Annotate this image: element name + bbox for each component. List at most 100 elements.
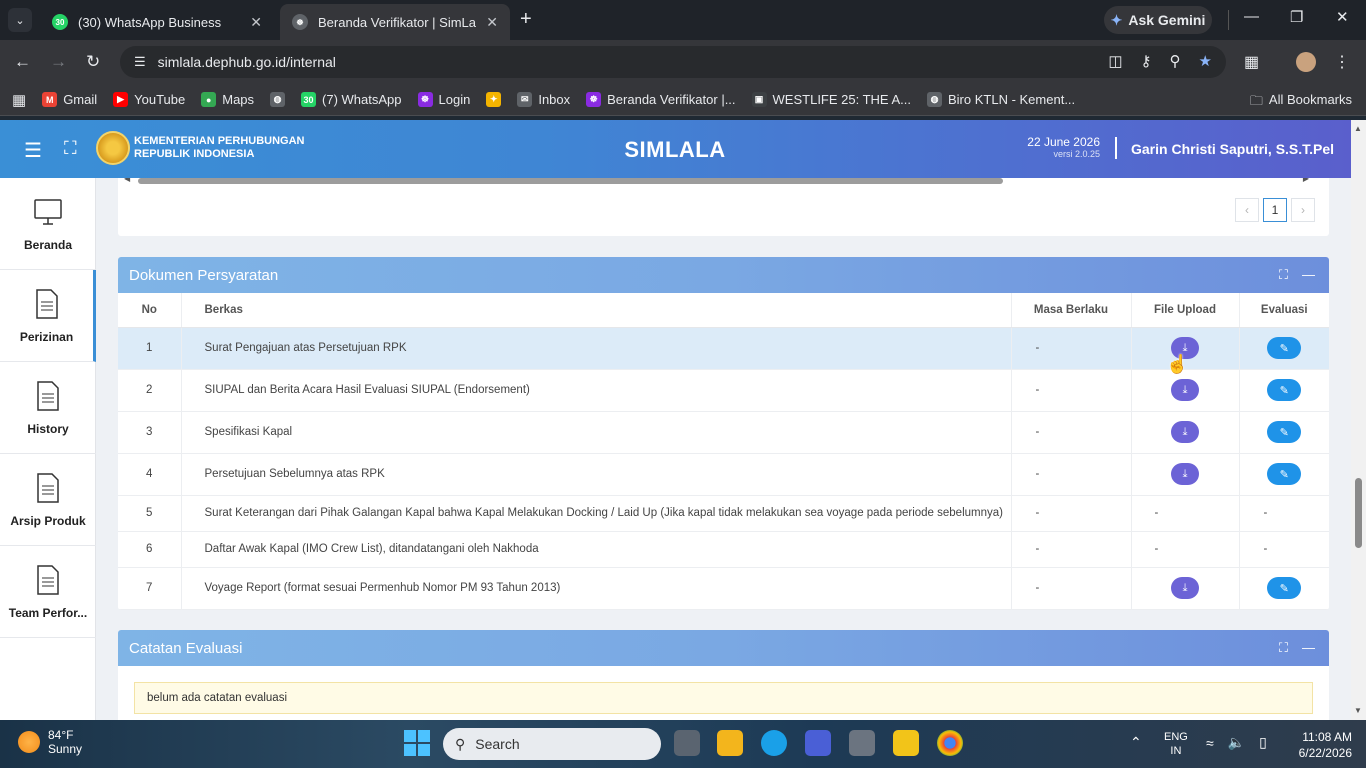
bookmark-biro[interactable]: ◍ Biro KTLN - Kement...	[927, 92, 1075, 107]
task-view-icon[interactable]	[674, 730, 700, 756]
all-bookmarks-label: All Bookmarks	[1268, 92, 1352, 107]
close-icon[interactable]: ✕	[250, 14, 262, 31]
maximize-button[interactable]: ❐	[1290, 8, 1303, 26]
tab-title: Beranda Verifikator | SimLala	[318, 14, 477, 30]
bookmark-pinwheel[interactable]: ✦	[486, 92, 502, 107]
install-app-icon[interactable]: ◫	[1108, 52, 1122, 70]
file-upload-cell: ⤓	[1131, 411, 1240, 454]
tab-search-button[interactable]: ⌄	[8, 8, 32, 32]
collapse-icon[interactable]: —	[1302, 267, 1315, 283]
table-row: 3 Spesifikasi Kapal - ⤓ ✎	[118, 411, 1329, 454]
battery-icon[interactable]: ▯	[1259, 734, 1267, 751]
forward-button[interactable]: →	[50, 52, 67, 72]
menu-kebab-icon[interactable]: ⋮	[1334, 52, 1350, 72]
bookmark-gmail[interactable]: M Gmail	[42, 92, 97, 107]
edit-icon: ✎	[1279, 582, 1289, 595]
edit-evaluation-button[interactable]: ✎	[1267, 463, 1302, 485]
bookmark-globe[interactable]: ◍	[270, 92, 286, 107]
taskbar-search[interactable]: ⚲ Search	[443, 728, 661, 760]
scroll-right-arrow[interactable]: ▶	[1303, 178, 1309, 183]
scroll-down-arrow[interactable]: ▼	[1354, 706, 1362, 715]
bookmark-whatsapp[interactable]: 30 (7) WhatsApp	[301, 92, 402, 107]
divider	[1228, 10, 1229, 30]
bookmark-westlife[interactable]: ▣ WESTLIFE 25: THE A...	[751, 92, 911, 107]
sidebar-item-label: Arsip Produk	[10, 513, 86, 528]
temperature: 84°F	[48, 728, 74, 742]
sidebar-item-history[interactable]: History	[0, 362, 96, 454]
chevron-up-icon[interactable]: ⌃	[1130, 734, 1142, 751]
apps-grid-icon[interactable]: ▦	[12, 91, 26, 109]
edit-evaluation-button[interactable]: ✎	[1267, 337, 1302, 359]
scroll-left-arrow[interactable]: ◀	[124, 178, 130, 183]
url-text[interactable]: simlala.dephub.go.id/internal	[158, 54, 336, 70]
scrollbar-thumb[interactable]	[1355, 478, 1362, 548]
chrome-icon[interactable]	[937, 730, 963, 756]
weather-widget[interactable]: 84°F Sunny	[18, 728, 82, 756]
file-upload-cell: -	[1131, 531, 1240, 568]
omnibox[interactable]: ☰ simlala.dephub.go.id/internal ◫ ⚷ ⚲ ★	[120, 46, 1226, 78]
edge-icon[interactable]	[761, 730, 787, 756]
fullscreen-icon[interactable]: ⛶	[64, 138, 77, 159]
bookmark-youtube[interactable]: ▶ YouTube	[113, 92, 185, 107]
sidebar-item-beranda[interactable]: Beranda	[0, 178, 96, 270]
bookmark-login[interactable]: ☸ Login	[417, 92, 470, 107]
tab-simlala[interactable]: ☸ Beranda Verifikator | SimLala ✕	[280, 4, 510, 40]
sidebar-item-label: History	[27, 421, 69, 436]
expand-icon[interactable]: ⛶	[1279, 640, 1288, 656]
collapse-icon[interactable]: —	[1302, 640, 1315, 656]
evaluasi-cell: -	[1239, 531, 1329, 568]
edit-evaluation-button[interactable]: ✎	[1267, 379, 1302, 401]
minimize-button[interactable]: —	[1244, 8, 1259, 25]
table-row: 1 Surat Pengajuan atas Persetujuan RPK - ⤓ ✎	[118, 327, 1329, 370]
volume-icon[interactable]: 🔈	[1228, 734, 1245, 751]
new-tab-button[interactable]: +	[520, 8, 532, 31]
pagination-page[interactable]: 1	[1263, 198, 1287, 222]
back-button[interactable]: ←	[14, 52, 31, 72]
sidebar-item-label: Team Perfor...	[8, 605, 88, 620]
masa-berlaku: -	[1011, 495, 1132, 532]
sidebar-item-team-performance[interactable]: Team Perfor...	[0, 546, 96, 638]
file-explorer-icon[interactable]	[717, 730, 743, 756]
expand-icon[interactable]: ⛶	[1279, 267, 1288, 283]
sticky-notes-icon[interactable]	[893, 730, 919, 756]
windows-start-icon[interactable]	[404, 730, 430, 756]
edit-evaluation-button[interactable]: ✎	[1267, 577, 1302, 599]
taskbar-clock[interactable]: 11:08 AM 6/22/2026	[1299, 729, 1352, 761]
page-scrollbar[interactable]: ▲ ▼	[1351, 120, 1366, 720]
language-indicator[interactable]: ENG IN	[1164, 730, 1188, 758]
ask-gemini-button[interactable]: ✦ Ask Gemini	[1104, 6, 1212, 34]
bookmark-maps[interactable]: ● Maps	[201, 92, 254, 107]
extensions-icon[interactable]: ▦	[1244, 52, 1259, 72]
horizontal-scrollbar-thumb[interactable]	[138, 178, 1003, 184]
sidebar-item-arsip-produk[interactable]: Arsip Produk	[0, 454, 96, 546]
app-icon[interactable]	[805, 730, 831, 756]
download-button[interactable]: ⤓	[1171, 421, 1199, 443]
edit-icon: ✎	[1279, 384, 1289, 397]
download-button[interactable]: ⤓	[1171, 577, 1199, 599]
site-info-icon[interactable]: ☰	[134, 54, 146, 70]
download-button[interactable]: ⤓	[1171, 379, 1199, 401]
user-name[interactable]: Garin Christi Saputri, S.S.T.Pel	[1131, 141, 1334, 157]
profile-avatar[interactable]	[1296, 52, 1316, 72]
bookmark-beranda[interactable]: ☸ Beranda Verifikator |...	[586, 92, 736, 107]
window-close-button[interactable]: ✕	[1336, 8, 1349, 26]
close-icon[interactable]: ✕	[486, 14, 498, 31]
password-key-icon[interactable]: ⚷	[1141, 52, 1152, 70]
bookmark-star-icon[interactable]: ★	[1199, 52, 1212, 70]
tab-whatsapp[interactable]: 30 (30) WhatsApp Business ✕	[40, 4, 274, 40]
wifi-icon[interactable]: ≈	[1206, 735, 1214, 751]
pagination-next[interactable]: ›	[1291, 198, 1315, 222]
pagination-prev[interactable]: ‹	[1235, 198, 1259, 222]
camera-icon[interactable]	[849, 730, 875, 756]
hamburger-menu-icon[interactable]: ☰	[24, 138, 42, 163]
bookmark-inbox[interactable]: ✉ Inbox	[517, 92, 570, 107]
sidebar-item-perizinan[interactable]: Perizinan	[0, 270, 96, 362]
maps-icon: ●	[201, 92, 217, 107]
reload-button[interactable]: ↻	[86, 52, 100, 72]
scroll-up-arrow[interactable]: ▲	[1354, 124, 1362, 133]
download-button[interactable]: ⤓	[1171, 463, 1199, 485]
all-bookmarks-button[interactable]: 🗀 All Bookmarks	[1250, 92, 1352, 114]
zoom-icon[interactable]: ⚲	[1170, 52, 1181, 70]
edit-evaluation-button[interactable]: ✎	[1267, 421, 1302, 443]
download-icon: ⤓	[1182, 425, 1188, 438]
